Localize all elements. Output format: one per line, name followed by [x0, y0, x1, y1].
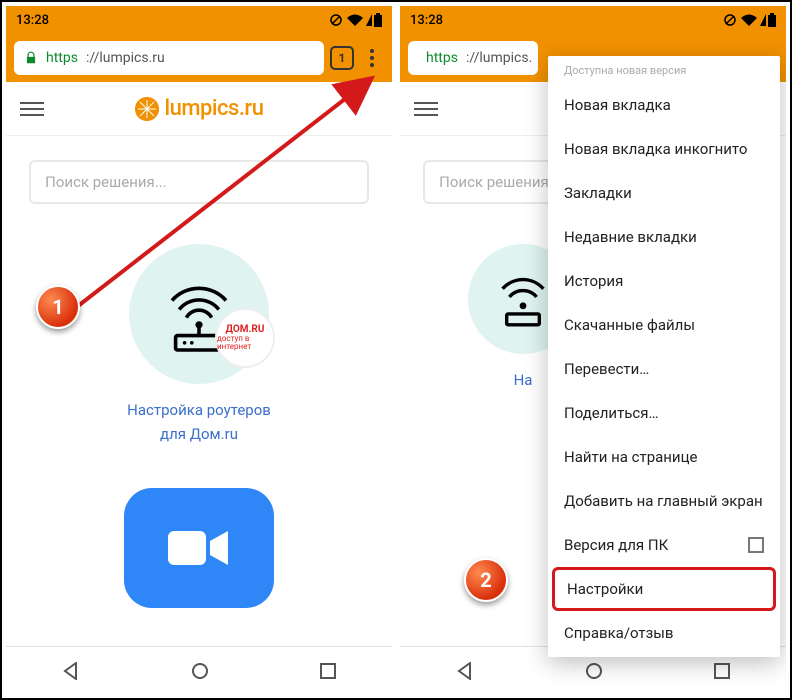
nav-recent-icon[interactable]: [320, 663, 336, 679]
logo-orange-icon: [135, 97, 159, 121]
url-scheme: https: [426, 50, 458, 66]
menu-new-tab[interactable]: Новая вкладка: [548, 83, 780, 127]
menu-share[interactable]: Поделиться…: [548, 391, 780, 435]
checkbox-icon[interactable]: [748, 537, 764, 553]
site-header: lumpics.ru: [6, 82, 392, 136]
url-host-short: ://lumpics.: [466, 50, 532, 66]
chrome-menu: Доступна новая версия Новая вкладка Нова…: [548, 56, 780, 657]
status-bar: 13:28: [6, 6, 392, 34]
menu-help[interactable]: Справка/отзыв: [548, 611, 780, 655]
address-row: https ://lumpics.ru 1: [6, 34, 392, 82]
router-card[interactable]: ДОМ.RU доступ в интернет: [129, 244, 269, 384]
address-bar[interactable]: https ://lumpics.ru: [14, 41, 324, 75]
card-area: ДОМ.RU доступ в интернет Настройка роуте…: [124, 244, 274, 608]
menu-bookmarks[interactable]: Закладки: [548, 171, 780, 215]
phone-left: 13:28 https ://lumpics.ru 1: [6, 6, 392, 694]
status-bar: 13:28: [400, 6, 786, 34]
card-line2: для Дом.ru: [127, 422, 271, 446]
status-time: 13:28: [410, 13, 443, 28]
kebab-icon: [370, 49, 374, 67]
lock-icon: [24, 51, 38, 65]
menu-find[interactable]: Найти на странице: [548, 435, 780, 479]
card-caption[interactable]: На: [514, 368, 533, 392]
menu-settings[interactable]: Настройки: [552, 567, 776, 611]
menu-desktop-site[interactable]: Версия для ПК: [548, 523, 780, 567]
nav-recent-icon[interactable]: [714, 663, 730, 679]
menu-recent-tabs[interactable]: Недавние вкладки: [548, 215, 780, 259]
no-sim-icon: [328, 14, 344, 26]
menu-downloads[interactable]: Скачанные файлы: [548, 303, 780, 347]
signal-icon: [366, 14, 372, 26]
card-line1: Настройка роутеров: [127, 398, 271, 422]
status-icons: [722, 13, 776, 27]
status-time: 13:28: [16, 13, 49, 28]
menu-translate[interactable]: Перевести…: [548, 347, 780, 391]
zoom-icon: [164, 525, 234, 571]
status-icons: [328, 13, 382, 27]
search-row: Поиск решения...: [29, 160, 369, 204]
wifi-icon: [740, 14, 758, 26]
hamburger-icon[interactable]: [414, 102, 438, 116]
menu-history[interactable]: История: [548, 259, 780, 303]
wifi-icon: [346, 14, 364, 26]
phone-right: 13:28 https ://lumpics.: [400, 6, 786, 694]
card-caption[interactable]: Настройка роутеров для Дом.ru: [127, 398, 271, 446]
nav-home-icon[interactable]: [585, 662, 603, 680]
menu-add-homescreen[interactable]: Добавить на главный экран: [548, 479, 780, 523]
nav-back-icon[interactable]: [62, 662, 80, 680]
menu-desktop-label: Версия для ПК: [564, 536, 668, 554]
zoom-card[interactable]: [124, 488, 274, 608]
nav-home-icon[interactable]: [191, 662, 209, 680]
hamburger-icon[interactable]: [20, 102, 44, 116]
no-sim-icon: [722, 14, 738, 26]
menu-header: Доступна новая версия: [548, 62, 780, 83]
battery-icon: [374, 13, 382, 27]
tab-count[interactable]: 1: [330, 46, 354, 70]
url-scheme: https: [46, 50, 78, 66]
nav-bar: [6, 646, 392, 694]
site-logo[interactable]: lumpics.ru: [135, 96, 264, 121]
menu-button[interactable]: [360, 46, 384, 70]
card-line1-short: На: [514, 368, 533, 392]
nav-back-icon[interactable]: [456, 662, 474, 680]
page-content: lumpics.ru Поиск решения...: [6, 82, 392, 646]
address-bar[interactable]: https ://lumpics.: [408, 41, 538, 75]
battery-icon: [768, 13, 776, 27]
url-host: ://lumpics.ru: [86, 50, 165, 66]
search-input[interactable]: Поиск решения...: [29, 160, 369, 204]
step-badge-2: 2: [464, 558, 508, 602]
logo-text: lumpics.ru: [165, 96, 264, 121]
dom-ru-sub: доступ в интернет: [217, 335, 273, 351]
router-icon: [489, 265, 557, 333]
step-badge-1: 1: [36, 285, 80, 329]
signal-icon: [760, 14, 766, 26]
menu-new-incognito[interactable]: Новая вкладка инкогнито: [548, 127, 780, 171]
dom-ru-badge: ДОМ.RU доступ в интернет: [215, 308, 275, 368]
